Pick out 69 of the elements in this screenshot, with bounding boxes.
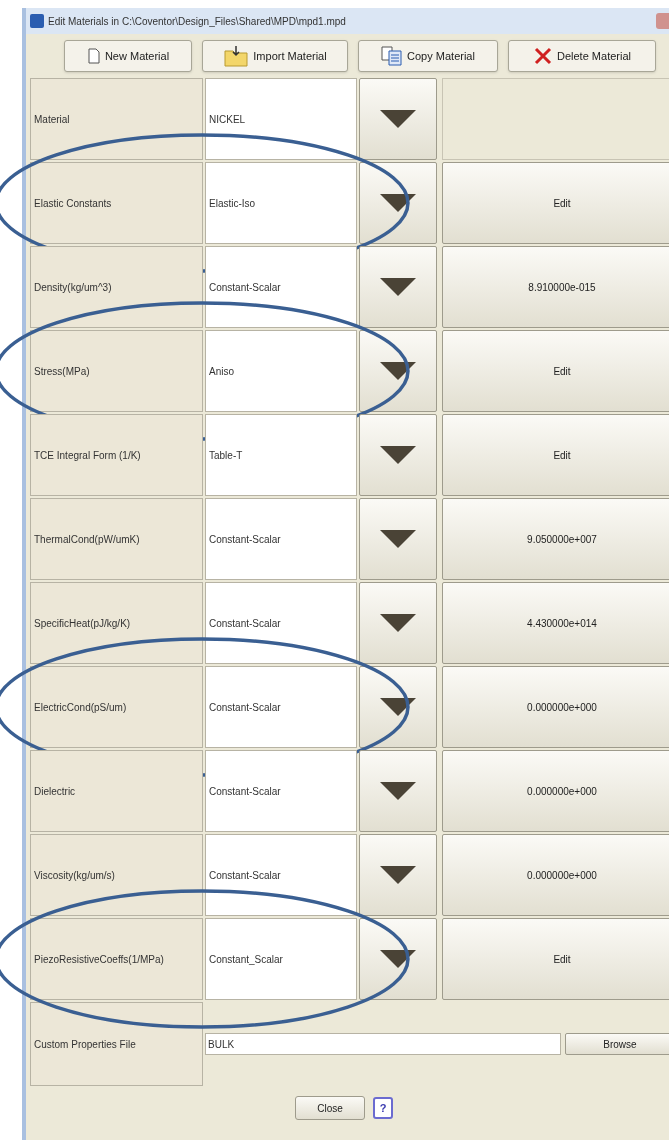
type-field[interactable]: Table-T xyxy=(205,414,357,496)
window-title: Edit Materials in C:\Coventor\Design_Files\Shared\MPD\mpd1.mpd xyxy=(48,14,346,29)
value-button[interactable]: 0.000000e+000 xyxy=(442,750,669,832)
property-label: Elastic Constants xyxy=(30,162,203,244)
value-button[interactable]: Edit xyxy=(442,330,669,412)
dropdown-arrow-icon xyxy=(380,614,416,632)
value-button[interactable]: Edit xyxy=(442,162,669,244)
dropdown-arrow-icon xyxy=(380,698,416,716)
dropdown-arrow-icon xyxy=(380,278,416,296)
close-button[interactable]: Close xyxy=(295,1096,365,1120)
dropdown-arrow-icon xyxy=(380,950,416,968)
property-label: PiezoResistiveCoeffs(1/MPa) xyxy=(30,918,203,1000)
type-field[interactable]: Aniso xyxy=(205,330,357,412)
value-button[interactable]: 4.430000e+014 xyxy=(442,582,669,664)
dropdown-button[interactable] xyxy=(359,750,437,832)
copy-icon xyxy=(381,46,404,66)
value-button[interactable]: Edit xyxy=(442,414,669,496)
toolbar-button[interactable]: Copy Material xyxy=(358,40,498,72)
type-field[interactable]: Elastic-Iso xyxy=(205,162,357,244)
property-label: ThermalCond(pW/umK) xyxy=(30,498,203,580)
dropdown-button[interactable] xyxy=(359,498,437,580)
type-field[interactable]: Constant-Scalar xyxy=(205,750,357,832)
value-button[interactable]: 0.000000e+000 xyxy=(442,666,669,748)
dropdown-button[interactable] xyxy=(359,162,437,244)
property-label: Dielectric xyxy=(30,750,203,832)
value-button[interactable]: Edit xyxy=(442,918,669,1000)
toolbar-button[interactable]: New Material xyxy=(64,40,192,72)
value-button[interactable]: 9.050000e+007 xyxy=(442,498,669,580)
toolbar-button[interactable]: Import Material xyxy=(202,40,348,72)
type-field[interactable]: Constant-Scalar xyxy=(205,834,357,916)
dropdown-button[interactable] xyxy=(359,666,437,748)
type-field[interactable]: Constant-Scalar xyxy=(205,246,357,328)
property-label: TCE Integral Form (1/K) xyxy=(30,414,203,496)
dropdown-button[interactable] xyxy=(359,330,437,412)
dropdown-button[interactable] xyxy=(359,78,437,160)
dropdown-button[interactable] xyxy=(359,918,437,1000)
type-field[interactable]: Constant-Scalar xyxy=(205,666,357,748)
type-field[interactable]: Constant-Scalar xyxy=(205,582,357,664)
browse-button[interactable]: Browse xyxy=(565,1033,669,1055)
property-label: ElectricCond(pS/um) xyxy=(30,666,203,748)
toolbar-button[interactable]: Delete Material xyxy=(508,40,656,72)
dropdown-button[interactable] xyxy=(359,414,437,496)
dropdown-arrow-icon xyxy=(380,110,416,128)
property-label: Density(kg/um^3) xyxy=(30,246,203,328)
value-button[interactable]: 0.000000e+000 xyxy=(442,834,669,916)
dropdown-arrow-icon xyxy=(380,194,416,212)
document-icon xyxy=(86,48,101,64)
dropdown-arrow-icon xyxy=(380,362,416,380)
property-label: Stress(MPa) xyxy=(30,330,203,412)
help-button[interactable]: ? xyxy=(373,1097,393,1119)
dropdown-button[interactable] xyxy=(359,246,437,328)
dropdown-arrow-icon xyxy=(380,446,416,464)
dropdown-arrow-icon xyxy=(380,782,416,800)
value-button[interactable]: 8.910000e-015 xyxy=(442,246,669,328)
file-field[interactable]: BULK xyxy=(205,1033,561,1055)
delete-icon xyxy=(533,46,553,66)
type-field[interactable]: Constant_Scalar xyxy=(205,918,357,1000)
type-field[interactable]: Constant-Scalar xyxy=(205,498,357,580)
dropdown-button[interactable] xyxy=(359,582,437,664)
property-label: SpecificHeat(pJ/kg/K) xyxy=(30,582,203,664)
dropdown-arrow-icon xyxy=(380,530,416,548)
property-label: Custom Properties File xyxy=(30,1002,203,1086)
property-label: Viscosity(kg/um/s) xyxy=(30,834,203,916)
app-icon xyxy=(30,14,44,28)
folder-icon xyxy=(223,45,250,67)
dropdown-button[interactable] xyxy=(359,834,437,916)
dropdown-arrow-icon xyxy=(380,866,416,884)
type-field[interactable]: NICKEL xyxy=(205,78,357,160)
property-label: Material xyxy=(30,78,203,160)
